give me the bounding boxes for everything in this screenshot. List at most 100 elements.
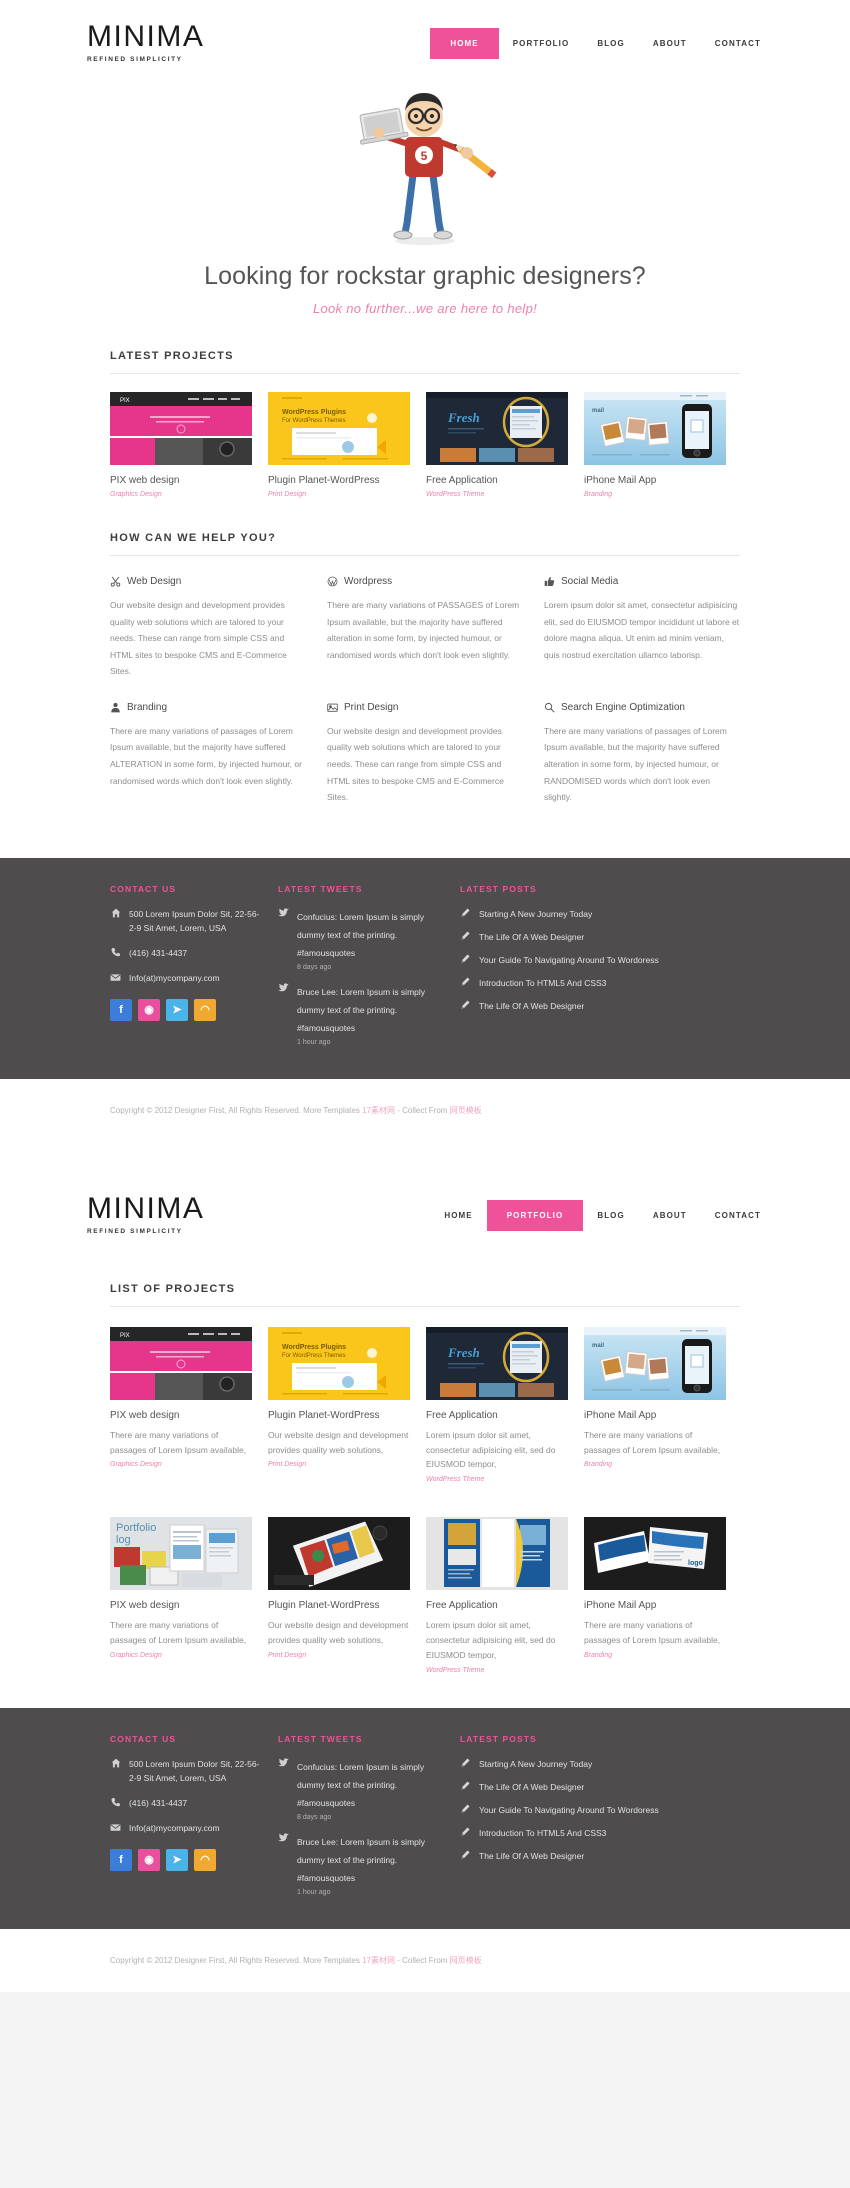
project-category[interactable]: Branding	[584, 491, 726, 498]
project-title[interactable]: Plugin Planet-WordPress	[268, 1409, 410, 1422]
post-item[interactable]: Your Guide To Navigating Around To Wordo…	[460, 953, 740, 967]
footer-phone[interactable]: (416) 431-4437	[129, 1796, 187, 1810]
facebook-icon[interactable]: f	[110, 998, 132, 1021]
project-title[interactable]: Plugin Planet-WordPress	[268, 1599, 410, 1612]
nav-item-contact[interactable]: CONTACT	[701, 30, 775, 57]
post-title[interactable]: Your Guide To Navigating Around To Wordo…	[479, 953, 659, 967]
rss-icon[interactable]: ◠	[194, 1848, 216, 1871]
dribbble-icon[interactable]: ◉	[138, 1848, 160, 1871]
facebook-icon[interactable]: f	[110, 1848, 132, 1871]
post-title[interactable]: The Life Of A Web Designer	[479, 1780, 584, 1794]
nav-item-home[interactable]: HOME	[430, 28, 499, 59]
project-title[interactable]: Plugin Planet-WordPress	[268, 474, 410, 487]
project-thumbnail[interactable]: Fresh	[426, 1326, 568, 1400]
project-category[interactable]: WordPress Theme	[426, 491, 568, 498]
project-thumbnail[interactable]: PIX	[110, 392, 252, 465]
project-card[interactable]: WordPress Plugins For WordPress Themes Plu…	[268, 392, 410, 498]
project-thumbnail[interactable]: PIX	[110, 1326, 252, 1400]
project-card[interactable]: mail iPhone Mail App Branding	[584, 392, 726, 498]
footer-email[interactable]: Info(at)mycompany.com	[129, 971, 220, 985]
dribbble-icon[interactable]: ◉	[138, 998, 160, 1021]
project-thumbnail[interactable]	[268, 1517, 410, 1591]
project-card[interactable]: mail iPhone Mail App There are many variat…	[584, 1326, 726, 1484]
project-category[interactable]: Print Design	[268, 1461, 410, 1468]
footer-phone-row[interactable]: (416) 431-4437	[110, 1796, 260, 1810]
project-thumbnail[interactable]: mail	[584, 392, 726, 465]
twitter-icon[interactable]: ➤	[166, 1848, 188, 1871]
post-item[interactable]: The Life Of A Web Designer	[460, 1849, 740, 1863]
project-title[interactable]: PIX web design	[110, 1599, 252, 1612]
project-category[interactable]: Branding	[584, 1461, 726, 1468]
project-thumbnail[interactable]: WordPress Plugins For WordPress Themes	[268, 392, 410, 465]
post-item[interactable]: Starting A New Journey Today	[460, 907, 740, 921]
tweet-item[interactable]: Bruce Lee: Lorem Ipsum is simply dummy t…	[278, 1832, 438, 1896]
project-card[interactable]: Fresh Free Application Lorem ipsum dolor s…	[426, 1326, 568, 1483]
project-title[interactable]: iPhone Mail App	[584, 474, 726, 487]
nav-item-about[interactable]: ABOUT	[639, 30, 701, 57]
post-item[interactable]: Introduction To HTML5 And CSS3	[460, 1826, 740, 1840]
nav-item-home[interactable]: HOME	[430, 1202, 486, 1229]
nav-item-portfolio[interactable]: PORTFOLIO	[499, 30, 584, 57]
copyright-link-cn2[interactable]: 网页模板	[450, 1106, 482, 1115]
copyright-link-cn2[interactable]: 网页模板	[450, 1956, 482, 1965]
project-category[interactable]: Graphics Design	[110, 491, 252, 498]
rss-icon[interactable]: ◠	[194, 998, 216, 1021]
nav-item-contact[interactable]: CONTACT	[701, 1202, 775, 1229]
project-card[interactable]: logo iPhone Mail App There are many variat…	[584, 1517, 726, 1674]
nav-item-about[interactable]: ABOUT	[639, 1202, 701, 1229]
project-category[interactable]: WordPress Theme	[426, 1667, 568, 1674]
project-title[interactable]: iPhone Mail App	[584, 1409, 726, 1422]
project-card[interactable]: WordPress Plugins For WordPress Themes Plu…	[268, 1326, 410, 1484]
post-title[interactable]: Introduction To HTML5 And CSS3	[479, 1826, 606, 1840]
footer-email-row[interactable]: Info(at)mycompany.com	[110, 971, 260, 985]
project-card[interactable]: Plugin Planet-WordPress Our website desig…	[268, 1517, 410, 1674]
project-thumbnail[interactable]: mail	[584, 1326, 726, 1400]
post-item[interactable]: The Life Of A Web Designer	[460, 999, 740, 1013]
post-title[interactable]: The Life Of A Web Designer	[479, 999, 584, 1013]
tweet-text[interactable]: Confucius: Lorem Ipsum is simply dummy t…	[297, 1762, 424, 1808]
twitter-icon[interactable]: ➤	[166, 998, 188, 1021]
post-item[interactable]: Introduction To HTML5 And CSS3	[460, 976, 740, 990]
project-thumbnail[interactable]: Portfolio log	[110, 1517, 252, 1591]
project-card[interactable]: PIX PIX web design There are many variatio…	[110, 1326, 252, 1484]
project-title[interactable]: PIX web design	[110, 474, 252, 487]
project-card[interactable]: Fresh Free Application WordPress Theme	[426, 392, 568, 498]
copyright-link-cn1[interactable]: 17素材网	[362, 1106, 395, 1115]
logo[interactable]: MINIMA REFINED SIMPLICITY	[75, 20, 204, 64]
post-title[interactable]: Your Guide To Navigating Around To Wordo…	[479, 1803, 659, 1817]
project-card[interactable]: PIX PIX web design Graphics Design	[110, 392, 252, 498]
project-category[interactable]: Graphics Design	[110, 1461, 252, 1468]
tweet-item[interactable]: Confucius: Lorem Ipsum is simply dummy t…	[278, 1757, 438, 1821]
project-category[interactable]: Graphics Design	[110, 1652, 252, 1659]
copyright-link-cn1[interactable]: 17素材网	[362, 1956, 395, 1965]
post-title[interactable]: Introduction To HTML5 And CSS3	[479, 976, 606, 990]
post-item[interactable]: Your Guide To Navigating Around To Wordo…	[460, 1803, 740, 1817]
footer-email-row[interactable]: Info(at)mycompany.com	[110, 1821, 260, 1835]
project-thumbnail[interactable]	[426, 1517, 568, 1591]
project-thumbnail[interactable]: logo	[584, 1517, 726, 1591]
tweet-text[interactable]: Bruce Lee: Lorem Ipsum is simply dummy t…	[297, 987, 425, 1033]
project-title[interactable]: PIX web design	[110, 1409, 252, 1422]
tweet-item[interactable]: Confucius: Lorem Ipsum is simply dummy t…	[278, 907, 438, 971]
post-item[interactable]: The Life Of A Web Designer	[460, 1780, 740, 1794]
project-title[interactable]: Free Application	[426, 1409, 568, 1422]
tweet-text[interactable]: Bruce Lee: Lorem Ipsum is simply dummy t…	[297, 1837, 425, 1883]
nav-item-blog[interactable]: BLOG	[583, 1202, 639, 1229]
post-title[interactable]: Starting A New Journey Today	[479, 907, 592, 921]
post-title[interactable]: The Life Of A Web Designer	[479, 1849, 584, 1863]
post-title[interactable]: The Life Of A Web Designer	[479, 930, 584, 944]
project-title[interactable]: Free Application	[426, 1599, 568, 1612]
project-title[interactable]: Free Application	[426, 474, 568, 487]
post-item[interactable]: Starting A New Journey Today	[460, 1757, 740, 1771]
nav-item-portfolio[interactable]: PORTFOLIO	[486, 1199, 584, 1231]
footer-phone-row[interactable]: (416) 431-4437	[110, 946, 260, 960]
post-title[interactable]: Starting A New Journey Today	[479, 1757, 592, 1771]
project-card[interactable]: Portfolio log PIX web design There are many…	[110, 1517, 252, 1674]
logo-portfolio[interactable]: MINIMA REFINED SIMPLICITY	[75, 1192, 204, 1235]
nav-item-blog[interactable]: BLOG	[583, 30, 639, 57]
project-category[interactable]: Print Design	[268, 491, 410, 498]
tweet-item[interactable]: Bruce Lee: Lorem Ipsum is simply dummy t…	[278, 982, 438, 1046]
project-category[interactable]: Print Design	[268, 1652, 410, 1659]
project-thumbnail[interactable]: WordPress Plugins For WordPress Themes	[268, 1326, 410, 1400]
footer-phone[interactable]: (416) 431-4437	[129, 946, 187, 960]
